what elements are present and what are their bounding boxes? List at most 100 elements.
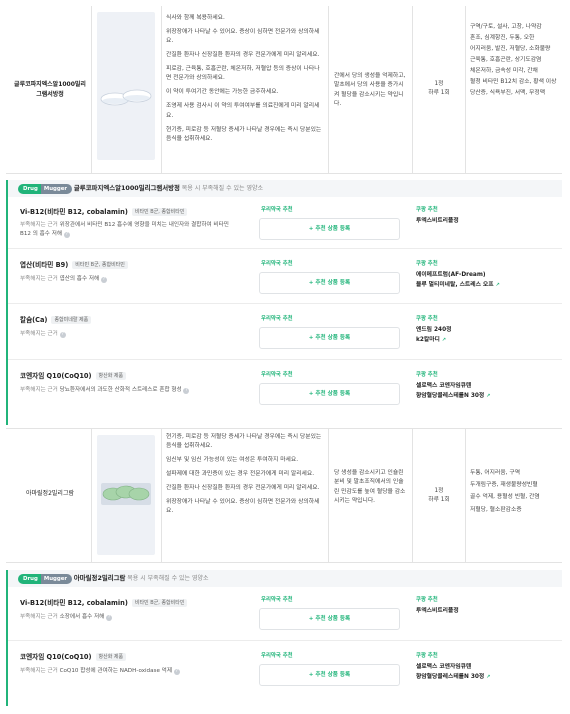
external-link-icon[interactable]: ↗: [442, 337, 446, 343]
nutrient-row: 칼슘(Ca) 종합미네랄 제품 부족해지는 근거 ? 우리약국 추천 + 추천 상…: [8, 304, 562, 360]
precaution-text: 조영제 사용 검사시 이 약의 투여여부를 의료진에게 미리 알리세요.: [166, 103, 320, 119]
nutrient-title: Vi-B12(비타민 B12, cobalamin) 비타민 B군, 종합비타민: [20, 208, 188, 218]
reason-label: 부족해지는 근거: [20, 668, 58, 674]
precautions: 식사와 함께 복용하세요. 위장장애가 나타날 수 있어요. 증상이 심하면 전…: [166, 14, 324, 149]
product-link[interactable]: 에이메프트럼(AF-Dream): [416, 270, 500, 280]
coupang-rec-label: 쿠팡 추천: [416, 597, 438, 603]
add-recommendation-button[interactable]: + 추천 상품 등록: [259, 664, 400, 686]
drug-row: 아마릴정2밀리그람 현기증, 피로감 등 저혈당 증세가 나타날 경우에는 즉시…: [6, 428, 562, 563]
help-icon[interactable]: ?: [173, 669, 180, 675]
product-link[interactable]: 엔드림 240정: [416, 325, 451, 335]
help-icon[interactable]: ?: [106, 615, 113, 621]
product-link[interactable]: 블루 멀티미네랄, 스트레스 오프 ↗: [416, 280, 500, 290]
external-link-icon[interactable]: ↗: [486, 674, 490, 680]
dosage: 1정 하루 1회: [413, 80, 465, 99]
help-icon[interactable]: ?: [183, 388, 190, 394]
add-recommendation-button[interactable]: + 추천 상품 등록: [259, 608, 400, 630]
add-recommendation-button[interactable]: + 추천 상품 등록: [259, 327, 400, 349]
product-link[interactable]: k2칼마디 ↗: [416, 335, 451, 345]
drug-name[interactable]: 아마릴정2밀리그람: [12, 489, 88, 499]
dosage-frequency: 하루 1회: [428, 497, 450, 504]
reason-label: 부족해지는 근거: [20, 614, 58, 620]
side-effect-line: 혼조, 심계항진, 두통, 오한: [470, 35, 535, 41]
reason: 부족해지는 근거 엽산의 흡수 저해 ?: [20, 275, 238, 284]
nutrient-row: Vi-B12(비타민 B12, cobalamin) 비타민 B군, 종합비타민 …: [8, 587, 562, 641]
precaution-text: 위장장애가 나타날 수 있어요. 증상이 심하면 전문가와 상의하세요.: [166, 498, 320, 515]
pharmacy-rec-label: 우리약국 추천: [261, 372, 293, 378]
side-effect-line: 골수 억제, 용혈성 빈혈, 간염: [470, 494, 540, 501]
panel-subtitle: 복용 시 부족해질 수 있는 영양소: [127, 575, 209, 582]
coupang-rec-label: 쿠팡 추천: [416, 372, 438, 378]
reason: 부족해지는 근거 ?: [20, 330, 238, 339]
precaution-text: 간질환 환자나 신장질환 환자의 경우 전문가에게 미리 알리세요.: [166, 485, 320, 492]
product-link[interactable]: 투엑스비트리플정: [416, 606, 459, 616]
product-links: 셀로맥스 코엔자임큐텐 향암혈당콜레스테롤N 30정 ↗: [416, 381, 490, 402]
drug-row: 글루코파지엑스알1000밀리그램서방정 식사와 함께 복용하세요. 위장장애가 …: [6, 6, 562, 174]
dosage-count: 1정: [434, 81, 444, 87]
nutrient-row: 코엔자임 Q10(CoQ10) 항산화 제품 부족해지는 근거 당뇨환자에서의 과…: [8, 360, 562, 425]
nutrient-title: Vi-B12(비타민 B12, cobalamin) 비타민 B군, 종합비타민: [20, 599, 188, 609]
dosage-frequency: 하루 1회: [428, 90, 450, 97]
reason: 부족해지는 근거 위장관에서 비타민 B12 흡수에 영향을 미치는 내인자와 …: [20, 221, 238, 239]
help-icon[interactable]: ?: [100, 277, 107, 283]
coupang-rec-label: 쿠팡 추천: [416, 261, 438, 267]
drug-effect: 당 생성을 감소시키고 인슐린 분비 및 말초조직에서의 인슐린 민감도를 높여…: [334, 470, 406, 505]
drug-name[interactable]: 글루코파지엑스알1000밀리그램서방정: [12, 80, 88, 99]
external-link-icon[interactable]: ↗: [496, 282, 500, 288]
product-link[interactable]: 향암혈당콜레스테롤N 30정 ↗: [416, 672, 490, 682]
reason-text: 당뇨환자에서의 과도한 산화적 스트레스로 혼합 형성: [59, 387, 182, 393]
category-chip: 종합미네랄 제품: [51, 316, 92, 324]
precaution-text: 이 약이 투여기간 동안에는 가능한 금주하세요.: [166, 89, 279, 96]
precaution-text: 설파제에 대한 과민증이 있는 경우 전문가에게 미리 알리세요.: [166, 471, 315, 478]
precaution-text: 현기증, 피로감 등 저혈당 증세가 나타날 경우에는 즉시 당분있는 음식을 …: [166, 126, 322, 142]
mugger-tag: Mugger: [40, 574, 73, 584]
side-effect-line: 두개림구증, 재생불량성빈혈: [470, 482, 538, 489]
nutrient-name: 코엔자임 Q10(CoQ10): [20, 653, 92, 661]
precaution-text: 임신부 및 임신 가능성이 있는 여성은 투여하지 마세요.: [166, 457, 299, 464]
side-effect-line: 구역/구토, 설사, 고창, 나약감: [470, 24, 542, 30]
product-name: 셀로맥스 코엔자임큐텐: [416, 664, 472, 670]
nutrient-title: 칼슘(Ca) 종합미네랄 제품: [20, 316, 92, 326]
product-link[interactable]: 셀로맥스 코엔자임큐텐: [416, 662, 490, 672]
reason-text: CoQ10 합성에 관여하는 NADH-oxidase 억제: [59, 668, 172, 674]
category-chip: 비타민 B군, 종합비타민: [131, 599, 188, 607]
pill-image: [97, 12, 155, 160]
nutrient-row: Vi-B12(비타민 B12, cobalamin) 비타민 B군, 종합비타민 …: [8, 197, 562, 249]
product-name: 에이메프트럼(AF-Dream): [416, 272, 486, 278]
coupang-rec-label: 쿠팡 추천: [416, 207, 438, 213]
category-chip: 비타민 B군, 종합비타민: [72, 261, 128, 269]
panel-title: 아마릴정2밀리그람: [73, 574, 126, 582]
pharmacy-rec-label: 우리약국 추천: [261, 653, 293, 659]
product-links: 에이메프트럼(AF-Dream) 블루 멀티미네랄, 스트레스 오프 ↗: [416, 270, 500, 291]
add-recommendation-button[interactable]: + 추천 상품 등록: [259, 218, 400, 240]
side-effect-line: 두통, 어지러움, 구역: [470, 470, 521, 476]
pharmacy-rec-label: 우리약국 추천: [261, 207, 293, 213]
nutrient-name: Vi-B12(비타민 B12, cobalamin): [20, 599, 128, 607]
pharmacy-rec-label: 우리약국 추천: [261, 597, 293, 603]
product-name: 엔드림 240정: [416, 327, 452, 333]
precaution-text: 식사와 함께 복용하세요.: [166, 15, 225, 21]
dosage-count: 1정: [434, 488, 444, 494]
side-effect-line: 혈청 비타민 B12치 감소, 황색 이상: [470, 79, 557, 85]
help-icon[interactable]: ?: [59, 332, 66, 338]
nutrient-panel: Drug Mugger 아마릴정2밀리그람 복용 시 부족해질 수 있는 영양소 …: [6, 570, 562, 706]
product-name: 향암혈당콜레스테롤N 30정: [416, 674, 485, 681]
product-link[interactable]: 셀로맥스 코엔자임큐텐: [416, 381, 490, 391]
drug-effect: 간에서 당의 생성을 억제하고, 말초에서 당의 사용을 증가시켜 혈당을 감소…: [334, 73, 406, 108]
external-link-icon[interactable]: ↗: [486, 393, 490, 399]
reason: 부족해지는 근거 소장에서 흡수 저해 ?: [20, 613, 238, 622]
product-name: k2칼마디: [416, 337, 440, 344]
help-icon[interactable]: ?: [63, 231, 70, 238]
pharmacy-rec-label: 우리약국 추천: [261, 261, 293, 267]
side-effect-line: 저혈당, 혈소판감소증: [470, 506, 522, 513]
add-recommendation-button[interactable]: + 추천 상품 등록: [259, 272, 400, 294]
nutrient-title: 코엔자임 Q10(CoQ10) 항산화 제품: [20, 653, 127, 663]
product-link[interactable]: 향암혈당콜레스테롤N 30정 ↗: [416, 391, 490, 401]
product-link[interactable]: 투엑스비트리플정: [416, 216, 459, 226]
add-recommendation-button[interactable]: + 추천 상품 등록: [259, 383, 400, 405]
precaution-text: 현기증, 피로감 등 저혈당 증세가 나타날 경우에는 즉시 당분있는 음식을 …: [166, 434, 322, 450]
drug-tag: Drug: [18, 574, 41, 584]
nutrient-title: 코엔자임 Q10(CoQ10) 항산화 제품: [20, 372, 127, 382]
dosage: 1정 하루 1회: [413, 487, 465, 506]
reason-label: 부족해지는 근거: [20, 387, 58, 393]
